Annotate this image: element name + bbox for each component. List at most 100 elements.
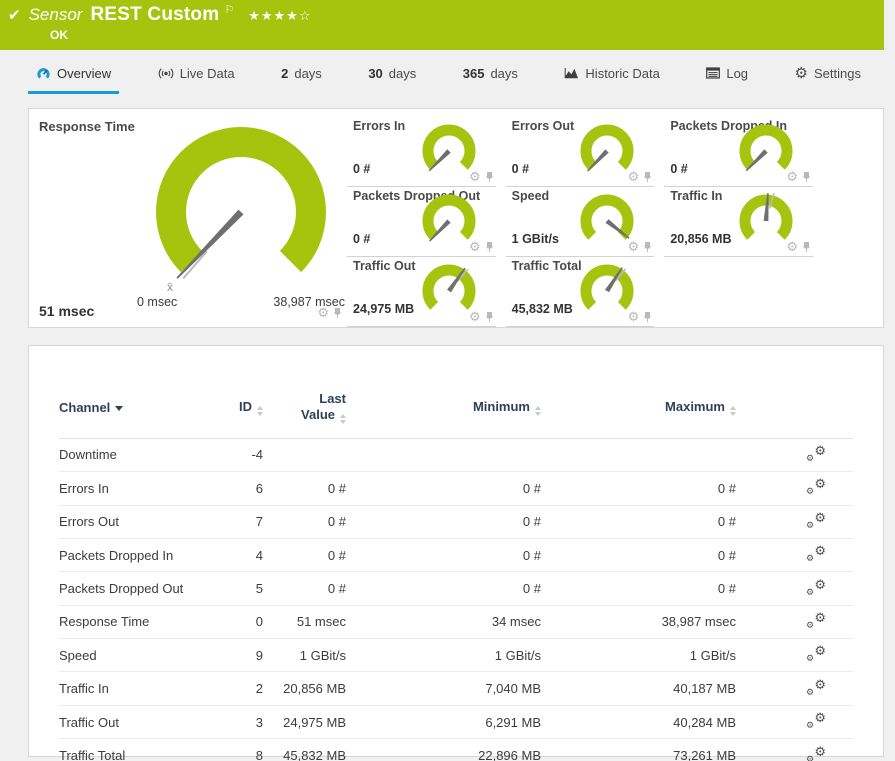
channel-settings-icon[interactable]: ⚙⚙: [806, 579, 826, 596]
gauge-settings-icon[interactable]: ⚙: [317, 306, 329, 319]
mini-gauge-empty-cell: [664, 257, 813, 327]
gear-icon: ⚙: [795, 66, 808, 81]
mini-gauge-packets-dropped-in: Packets Dropped In 0 # ⚙: [664, 117, 813, 187]
column-header-minimum[interactable]: Minimum: [346, 399, 541, 416]
gauge-settings-icon[interactable]: ⚙: [628, 310, 640, 323]
mini-gauge-value: 0 #: [353, 162, 370, 176]
sort-icon: [730, 406, 736, 416]
tab-log[interactable]: Log: [698, 50, 756, 96]
column-header-maximum[interactable]: Maximum: [541, 399, 736, 416]
table-row-packets-dropped-in: Packets Dropped In 4 0 # 0 # 0 # ⚙⚙: [59, 539, 853, 572]
channel-name: Response Time: [59, 614, 209, 629]
priority-stars[interactable]: ★★★★☆: [248, 8, 311, 24]
gauge-settings-icon[interactable]: ⚙: [628, 170, 640, 183]
mini-gauge-value: 24,975 MB: [353, 302, 414, 316]
channel-id: 8: [209, 748, 263, 761]
channel-settings-icon[interactable]: ⚙⚙: [806, 746, 826, 761]
pin-icon[interactable]: [642, 241, 653, 253]
response-time-value: 51 msec: [39, 303, 94, 319]
channel-settings-icon[interactable]: ⚙⚙: [806, 612, 826, 629]
column-header-id[interactable]: ID: [209, 399, 263, 416]
tab-30-days-number: 30: [368, 66, 382, 81]
pin-icon[interactable]: [484, 241, 495, 253]
column-header-channel[interactable]: Channel: [59, 400, 209, 415]
sensor-overview-page: ✔ Sensor REST Custom ⚐ ★★★★☆ OK Overview: [0, 0, 895, 761]
table-row-traffic-total: Traffic Total 8 45,832 MB 22,896 MB 73,2…: [59, 739, 853, 761]
mini-gauge-traffic-total: Traffic Total 45,832 MB ⚙: [506, 257, 655, 327]
gauge-settings-icon[interactable]: ⚙: [469, 310, 481, 323]
channel-last-value: 45,832 MB: [263, 748, 346, 761]
mini-gauge-value: 45,832 MB: [512, 302, 573, 316]
tab-log-label: Log: [726, 66, 748, 81]
channel-maximum: 1 GBit/s: [541, 648, 736, 663]
pin-icon[interactable]: [801, 171, 812, 183]
tab-overview[interactable]: Overview: [28, 50, 119, 96]
response-time-gauge: x̄: [141, 117, 341, 297]
mini-gauge-value: 0 #: [670, 162, 687, 176]
pin-icon[interactable]: [332, 307, 343, 319]
channel-last-value: 0 #: [263, 581, 346, 596]
priority-flag-icon[interactable]: ⚐: [224, 3, 234, 16]
table-row-traffic-out: Traffic Out 3 24,975 MB 6,291 MB 40,284 …: [59, 706, 853, 739]
tab-settings[interactable]: ⚙ Settings: [787, 50, 869, 96]
channel-id: -4: [209, 447, 263, 462]
table-row-traffic-in: Traffic In 2 20,856 MB 7,040 MB 40,187 M…: [59, 672, 853, 705]
channel-last-value: 51 msec: [263, 614, 346, 629]
tab-historic-data[interactable]: Historic Data: [556, 50, 667, 96]
gauge-icon: [36, 67, 51, 80]
broadcast-icon: [158, 67, 174, 80]
channel-id: 5: [209, 581, 263, 596]
tab-live-data[interactable]: Live Data: [150, 50, 243, 96]
sensor-header: ✔ Sensor REST Custom ⚐ ★★★★☆ OK: [0, 0, 884, 50]
channel-name: Downtime: [59, 447, 209, 462]
channel-name: Packets Dropped Out: [59, 581, 209, 596]
pin-icon[interactable]: [484, 311, 495, 323]
channel-last-value: 1 GBit/s: [263, 648, 346, 663]
channel-settings-icon[interactable]: ⚙⚙: [806, 545, 826, 562]
pin-icon[interactable]: [642, 311, 653, 323]
response-time-gauge-title: Response Time: [39, 119, 135, 134]
mini-gauge-title: Speed: [512, 189, 550, 203]
tab-30-days[interactable]: 30 days: [360, 50, 424, 96]
pin-icon[interactable]: [801, 241, 812, 253]
channel-maximum: 0 #: [541, 481, 736, 496]
channel-minimum: 0 #: [346, 514, 541, 529]
pin-icon[interactable]: [484, 171, 495, 183]
table-row-speed: Speed 9 1 GBit/s 1 GBit/s 1 GBit/s ⚙⚙: [59, 639, 853, 672]
pin-icon[interactable]: [642, 171, 653, 183]
channel-id: 3: [209, 715, 263, 730]
channel-settings-icon[interactable]: ⚙⚙: [806, 478, 826, 495]
mini-gauge-errors-in: Errors In 0 # ⚙: [347, 117, 496, 187]
tab-2-days[interactable]: 2 days: [273, 50, 330, 96]
channel-minimum: 34 msec: [346, 614, 541, 629]
sort-caret-icon: [115, 406, 123, 411]
channel-settings-icon[interactable]: ⚙⚙: [806, 445, 826, 462]
mini-gauge-title: Traffic Total: [512, 259, 582, 273]
gauge-settings-icon[interactable]: ⚙: [469, 170, 481, 183]
gauge-scale-min: 0 msec: [137, 295, 177, 309]
channel-settings-icon[interactable]: ⚙⚙: [806, 712, 826, 729]
tab-2-days-label: days: [294, 66, 321, 81]
gauge-settings-icon[interactable]: ⚙: [786, 240, 798, 253]
channel-minimum: 0 #: [346, 481, 541, 496]
mini-gauge-value: 20,856 MB: [670, 232, 731, 246]
column-header-last-value[interactable]: Last Value: [263, 391, 346, 424]
channel-settings-icon[interactable]: ⚙⚙: [806, 645, 826, 662]
gauge-settings-icon[interactable]: ⚙: [786, 170, 798, 183]
channel-last-value: 0 #: [263, 548, 346, 563]
gauge-settings-icon[interactable]: ⚙: [469, 240, 481, 253]
mini-gauge-title: Errors Out: [512, 119, 575, 133]
mini-gauge-value: 1 GBit/s: [512, 232, 559, 246]
tab-365-days[interactable]: 365 days: [455, 50, 526, 96]
channel-id: 4: [209, 548, 263, 563]
channel-name: Traffic Total: [59, 748, 209, 761]
gauge-settings-icon[interactable]: ⚙: [628, 240, 640, 253]
channel-id: 2: [209, 681, 263, 696]
mini-gauge-value: 0 #: [512, 162, 529, 176]
channel-id: 9: [209, 648, 263, 663]
channel-settings-icon[interactable]: ⚙⚙: [806, 512, 826, 529]
channel-minimum: 1 GBit/s: [346, 648, 541, 663]
status-check-icon: ✔: [8, 6, 21, 24]
channel-settings-icon[interactable]: ⚙⚙: [806, 679, 826, 696]
mini-gauge-grid: Errors In 0 # ⚙ Errors Out 0 #: [347, 117, 813, 327]
